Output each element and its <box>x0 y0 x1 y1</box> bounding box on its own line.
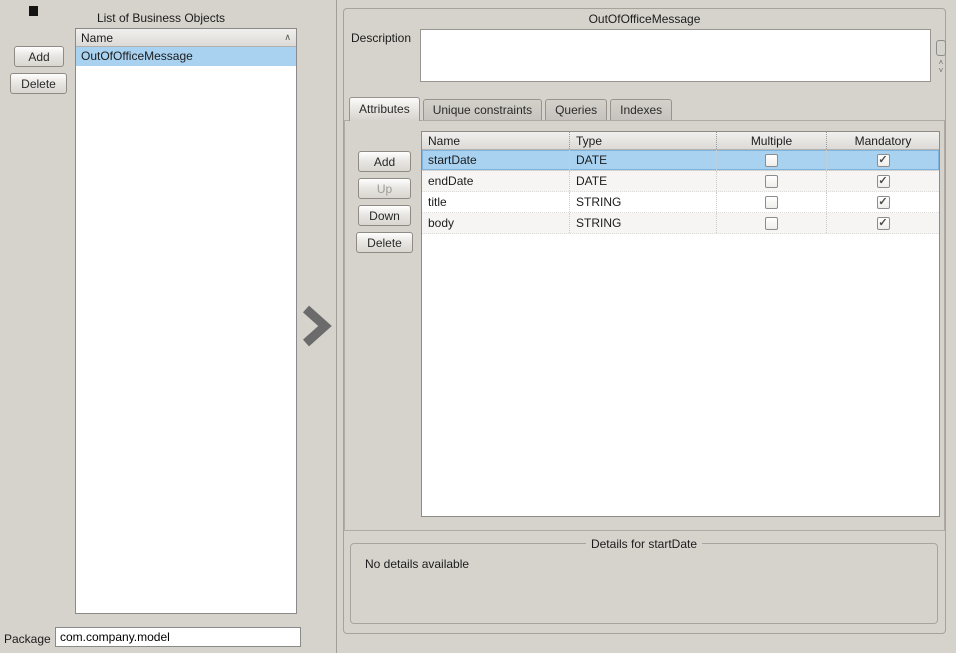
attribute-multiple-cell <box>717 171 827 191</box>
attribute-name-cell: body <box>422 213 570 233</box>
column-header-multiple[interactable]: Multiple <box>717 132 827 149</box>
attribute-type-cell: STRING <box>570 192 717 212</box>
attribute-name-cell: endDate <box>422 171 570 191</box>
attributes-table-body: startDateDATEendDateDATEtitleSTRINGbodyS… <box>422 150 939 234</box>
multiple-checkbox[interactable] <box>765 217 778 230</box>
multiple-checkbox[interactable] <box>765 196 778 209</box>
pane-splitter[interactable] <box>336 0 337 653</box>
attributes-table-header: Name Type Multiple Mandatory <box>422 132 939 150</box>
mandatory-checkbox[interactable] <box>877 154 890 167</box>
business-object-list: Name ∧ OutOfOfficeMessage <box>75 28 297 614</box>
transfer-arrow-icon <box>301 303 333 349</box>
package-input[interactable] <box>55 627 301 647</box>
attribute-mandatory-cell <box>827 213 939 233</box>
attribute-type-cell: DATE <box>570 171 717 191</box>
add-attribute-button[interactable]: Add <box>358 151 411 172</box>
package-label: Package <box>4 632 51 646</box>
add-business-object-button[interactable]: Add <box>14 46 64 67</box>
description-label: Description <box>351 31 411 45</box>
description-textarea[interactable] <box>420 29 931 82</box>
attribute-multiple-cell <box>717 213 827 233</box>
attributes-table: Name Type Multiple Mandatory startDateDA… <box>421 131 940 517</box>
business-objects-title: List of Business Objects <box>31 11 291 25</box>
move-up-button[interactable]: Up <box>358 178 411 199</box>
delete-business-object-button[interactable]: Delete <box>10 73 67 94</box>
business-object-list-items: OutOfOfficeMessage <box>76 47 296 66</box>
attribute-mandatory-cell <box>827 192 939 212</box>
move-down-button[interactable]: Down <box>358 205 411 226</box>
mandatory-checkbox[interactable] <box>877 217 890 230</box>
details-group <box>350 543 938 624</box>
list-header-name[interactable]: Name ∧ <box>76 29 296 47</box>
attribute-mandatory-cell <box>827 171 939 191</box>
scroll-down-icon[interactable]: ˅ <box>934 67 948 75</box>
mandatory-checkbox[interactable] <box>877 175 890 188</box>
column-header-mandatory[interactable]: Mandatory <box>827 132 939 149</box>
tab-queries[interactable]: Queries <box>545 99 607 120</box>
description-scrollbar[interactable]: ˄ ˅ <box>934 40 948 75</box>
multiple-checkbox[interactable] <box>765 175 778 188</box>
attribute-row[interactable]: endDateDATE <box>422 171 939 192</box>
tab-attributes[interactable]: Attributes <box>349 97 420 121</box>
sort-ascending-icon: ∧ <box>284 32 291 43</box>
multiple-checkbox[interactable] <box>765 154 778 167</box>
details-group-title: Details for startDate <box>350 537 938 551</box>
tab-unique-constraints[interactable]: Unique constraints <box>423 99 542 120</box>
attribute-type-cell: STRING <box>570 213 717 233</box>
attribute-row[interactable]: titleSTRING <box>422 192 939 213</box>
list-header-label: Name <box>81 31 113 45</box>
attribute-type-cell: DATE <box>570 150 717 170</box>
business-object-group-title: OutOfOfficeMessage <box>343 12 946 26</box>
attribute-name-cell: startDate <box>422 150 570 170</box>
details-group-title-text: Details for startDate <box>586 537 702 551</box>
scrollbar-thumb[interactable] <box>936 40 946 56</box>
list-item[interactable]: OutOfOfficeMessage <box>76 47 296 66</box>
attribute-multiple-cell <box>717 150 827 170</box>
tab-strip: AttributesUnique constraintsQueriesIndex… <box>349 97 672 121</box>
details-message: No details available <box>365 557 469 571</box>
attribute-row[interactable]: startDateDATE <box>422 150 939 171</box>
app-window: List of Business Objects Add Delete Name… <box>0 0 956 653</box>
attribute-row[interactable]: bodySTRING <box>422 213 939 234</box>
tab-indexes[interactable]: Indexes <box>610 99 672 120</box>
mandatory-checkbox[interactable] <box>877 196 890 209</box>
attribute-name-cell: title <box>422 192 570 212</box>
column-header-name[interactable]: Name <box>422 132 570 149</box>
attribute-multiple-cell <box>717 192 827 212</box>
column-header-type[interactable]: Type <box>570 132 717 149</box>
delete-attribute-button[interactable]: Delete <box>356 232 413 253</box>
attribute-mandatory-cell <box>827 150 939 170</box>
